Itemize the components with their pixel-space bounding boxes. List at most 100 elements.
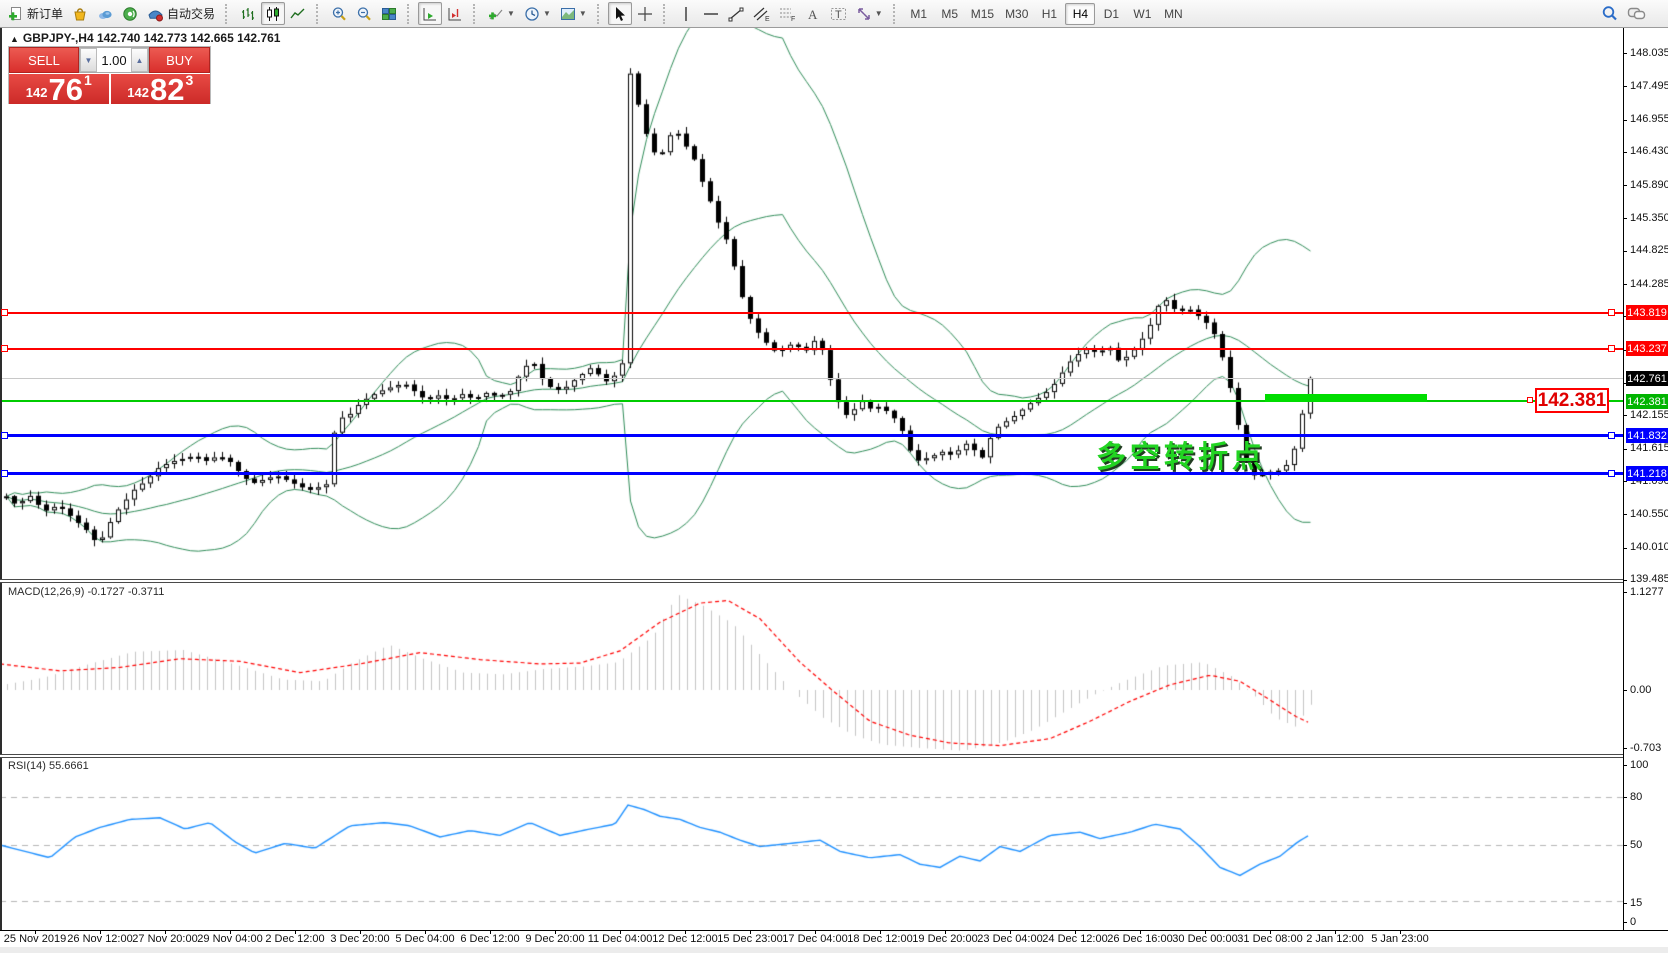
timeframe-button-w1[interactable]: W1: [1127, 3, 1157, 25]
volume-stepper: ▼ 1.00 ▲: [79, 47, 149, 73]
time-axis-label: 29 Nov 04:00: [197, 933, 262, 945]
time-axis-tick: [295, 930, 296, 934]
hline-anchor[interactable]: [1608, 470, 1615, 477]
hline-anchor[interactable]: [1608, 345, 1615, 352]
macd-label: MACD(12,26,9) -0.1727 -0.3711: [8, 586, 164, 598]
time-axis-tick: [1335, 930, 1336, 934]
hline-anchor[interactable]: [1608, 432, 1615, 439]
time-axis-label: 5 Dec 04:00: [395, 933, 454, 945]
note-text-object[interactable]: 多空转折点: [1096, 432, 1266, 476]
hline-anchor[interactable]: [1, 309, 8, 316]
price-axis-tick: [1623, 284, 1627, 285]
fibonacci-button[interactable]: F: [775, 2, 800, 25]
chat-button[interactable]: [1623, 2, 1650, 25]
bars-view-button[interactable]: [236, 2, 260, 25]
text-a-icon: A: [806, 6, 820, 22]
price-axis-tick: [1623, 152, 1627, 153]
chart-shift-button[interactable]: [443, 2, 467, 25]
autoscroll-button[interactable]: [418, 2, 442, 25]
timeframe-button-mn[interactable]: MN: [1158, 3, 1188, 25]
hline-anchor[interactable]: [1608, 309, 1615, 316]
line-view-button[interactable]: [286, 2, 310, 25]
autoscroll-icon: [422, 6, 438, 22]
trendline-icon: [728, 6, 744, 22]
tile-windows-button[interactable]: [377, 2, 401, 25]
price-chart-canvas[interactable]: [0, 0, 1668, 953]
hline-button[interactable]: [699, 2, 723, 25]
timeframe-button-m30[interactable]: M30: [1000, 3, 1033, 25]
hline-anchor[interactable]: [1, 432, 8, 439]
time-axis-label: 17 Dec 04:00: [782, 933, 847, 945]
signals-icon: [122, 6, 138, 22]
indicators-button[interactable]: ▼: [484, 2, 519, 25]
price-callout-anchor[interactable]: [1527, 397, 1533, 403]
time-axis-tick: [685, 930, 686, 934]
price-axis-tag: 143.819: [1626, 305, 1668, 320]
signals-button[interactable]: [118, 2, 142, 25]
new-order-button[interactable]: 新订单: [4, 2, 67, 25]
sell-button[interactable]: SELL: [9, 47, 79, 73]
cursor-icon: [613, 6, 627, 22]
hline-object-142.761[interactable]: [2, 378, 1623, 379]
arrows-button[interactable]: ▼: [852, 2, 887, 25]
trendline-button[interactable]: [724, 2, 748, 25]
hline-object-143.237[interactable]: [2, 348, 1623, 350]
hline-anchor[interactable]: [1, 470, 8, 477]
oneclick-collapse-icon[interactable]: ▲: [10, 34, 19, 44]
dropdown-caret: ▼: [543, 10, 551, 18]
candles-view-button[interactable]: [261, 2, 285, 25]
time-axis-tick: [1270, 930, 1271, 934]
autotrading-button[interactable]: 自动交易: [143, 2, 219, 25]
hline-object-141.832[interactable]: [2, 434, 1623, 437]
market-button[interactable]: [68, 2, 92, 25]
volume-field[interactable]: 1.00: [97, 48, 131, 72]
time-axis-tick: [490, 930, 491, 934]
horizontal-line-icon: [703, 6, 719, 22]
svg-text:E: E: [765, 16, 770, 22]
toolbar-separator: [893, 4, 900, 24]
vps-button[interactable]: [93, 2, 117, 25]
timeframe-button-h4[interactable]: H4: [1065, 3, 1095, 25]
volume-down-button[interactable]: ▼: [80, 48, 97, 72]
zoom-out-button[interactable]: [352, 2, 376, 25]
macd-pane-separator[interactable]: [0, 579, 1623, 583]
time-axis-tick: [165, 930, 166, 934]
zoom-in-button[interactable]: [327, 2, 351, 25]
symbol-ohlc-text: GBPJPY-,H4 142.740 142.773 142.665 142.7…: [23, 31, 281, 45]
hline-object-143.819[interactable]: [2, 312, 1623, 314]
bid-price-button[interactable]: 142 76 1: [9, 74, 109, 104]
timeframe-button-m1[interactable]: M1: [904, 3, 934, 25]
price-callout-box[interactable]: 142.381: [1535, 388, 1609, 413]
volume-up-button[interactable]: ▲: [131, 48, 148, 72]
rsi-pane-separator[interactable]: [0, 754, 1623, 758]
time-axis-tick: [1010, 930, 1011, 934]
timeframe-button-m5[interactable]: M5: [935, 3, 965, 25]
cursor-button[interactable]: [608, 2, 632, 25]
templates-button[interactable]: ▼: [556, 2, 591, 25]
timeframe-button-d1[interactable]: D1: [1096, 3, 1126, 25]
text-label-button[interactable]: T: [826, 2, 851, 25]
channel-button[interactable]: E: [749, 2, 774, 25]
time-axis-label: 23 Dec 04:00: [977, 933, 1042, 945]
price-axis-tick: [1623, 415, 1627, 416]
hline-object-141.218[interactable]: [2, 472, 1623, 475]
svg-text:F: F: [791, 16, 795, 22]
crosshair-button[interactable]: [633, 2, 657, 25]
highlight-bar-object[interactable]: [1265, 394, 1427, 402]
time-axis-tick: [1400, 930, 1401, 934]
periods-button[interactable]: ▼: [520, 2, 555, 25]
text-button[interactable]: A: [801, 2, 825, 25]
search-button[interactable]: [1597, 2, 1622, 25]
rsi-axis-tick: [1623, 845, 1627, 846]
price-axis-tick: [1623, 481, 1627, 482]
ask-price-button[interactable]: 142 82 3: [111, 74, 211, 104]
fibonacci-icon: F: [779, 6, 796, 22]
rsi-axis-tick: [1623, 903, 1627, 904]
price-axis-label: 140.550: [1630, 508, 1668, 520]
hline-anchor[interactable]: [1, 345, 8, 352]
vline-button[interactable]: [674, 2, 698, 25]
buy-button[interactable]: BUY: [149, 47, 210, 73]
timeframe-button-m15[interactable]: M15: [966, 3, 999, 25]
timeframe-button-h1[interactable]: H1: [1034, 3, 1064, 25]
dropdown-caret: ▼: [507, 10, 515, 18]
